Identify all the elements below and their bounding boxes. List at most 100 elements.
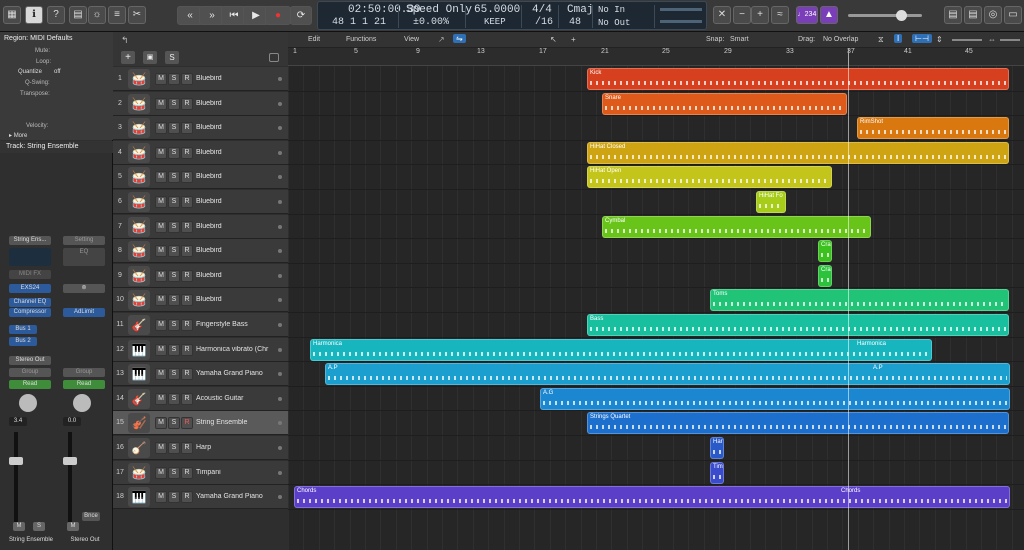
instrument-icon[interactable]: 🥁	[128, 167, 150, 188]
instrument-slot[interactable]: EXS24	[9, 284, 51, 293]
record-enable-button[interactable]: R	[181, 269, 193, 282]
midi-region[interactable]: Chords Chords	[294, 486, 1010, 509]
secondary-tool-icon[interactable]: +	[571, 35, 576, 44]
instrument-icon[interactable]: 🎹	[128, 364, 150, 385]
track-row[interactable]: 2 🥁 M S R Bluebird	[113, 91, 288, 116]
instrument-icon[interactable]: 🥁	[128, 265, 150, 286]
record-button[interactable]: ●	[265, 6, 291, 25]
add-track-button[interactable]: +	[121, 51, 135, 64]
track-row[interactable]: 5 🥁 M S R Bluebird	[113, 165, 288, 190]
cycle-button[interactable]: ⟳	[290, 6, 312, 25]
mute-button[interactable]: M	[155, 245, 167, 258]
track-row[interactable]: 15 🎻 M S R String Ensemble	[113, 411, 288, 436]
midi-region[interactable]: Tim	[710, 461, 724, 484]
midi-region[interactable]: A.G	[540, 387, 1010, 410]
eq-button[interactable]: EQ	[63, 248, 105, 266]
record-enable-button[interactable]: R	[181, 196, 193, 208]
track-row[interactable]: 6 🥁 M S R Bluebird	[113, 190, 288, 214]
functions-menu[interactable]: Functions	[346, 36, 376, 43]
region-title[interactable]: Region: MIDI Defaults	[4, 35, 72, 42]
solo-button[interactable]: S	[168, 97, 180, 110]
folder-icon[interactable]: ▣	[143, 51, 157, 64]
midi-region[interactable]: Kick	[587, 68, 1009, 90]
vertical-zoom-icon[interactable]: I	[894, 34, 903, 43]
output-slot[interactable]: Stereo Out	[9, 356, 51, 365]
track-menu-icon[interactable]	[269, 53, 279, 62]
group-slot[interactable]: Group	[63, 368, 105, 377]
mute-button[interactable]: M	[155, 368, 167, 381]
track-row[interactable]: 12 🎹 M S R Harmonica vibrato (Chr	[113, 337, 288, 362]
solo-button[interactable]: S	[168, 491, 180, 504]
track-row[interactable]: 11 🎸 M S R Fingerstyle Bass	[113, 313, 288, 337]
midi-region[interactable]: Strings Quartet	[587, 412, 1009, 435]
track-row[interactable]: 1 🥁 M S R Bluebird	[113, 67, 288, 91]
solo-button[interactable]: S	[168, 196, 180, 208]
bounce-button[interactable]: Bnce	[82, 512, 100, 521]
pointer-tool-icon[interactable]: ↖	[550, 35, 557, 44]
out-locator[interactable]: No Out	[598, 18, 630, 28]
instrument-icon[interactable]: 🥁	[128, 142, 150, 163]
track-name[interactable]: Bluebird	[196, 247, 284, 254]
midi-region[interactable]: HiHat Closed	[587, 141, 1009, 164]
in-locator[interactable]: No In	[598, 5, 625, 15]
track-row[interactable]: 8 🥁 M S R Bluebird	[113, 239, 288, 264]
mute-button[interactable]: M	[155, 122, 167, 135]
close-icon[interactable]: ✕	[713, 6, 731, 24]
bar-ruler[interactable]: var rx=[5,66,128,189,251,313,374,436,498…	[288, 48, 1024, 66]
pan-knob[interactable]	[19, 394, 37, 412]
instrument-icon[interactable]: 🎹	[128, 339, 150, 360]
solo-button[interactable]: S	[168, 245, 180, 258]
track-name[interactable]: Bluebird	[196, 223, 284, 230]
mute-button[interactable]: M	[155, 319, 167, 331]
edit-menu[interactable]: Edit	[308, 36, 320, 43]
back-arrow-icon[interactable]: ↰	[121, 35, 129, 46]
record-enable-button[interactable]: R	[181, 343, 193, 356]
midi-region[interactable]: HiHat Fo	[756, 191, 786, 213]
track-name[interactable]: Bluebird	[196, 296, 284, 303]
track-row[interactable]: 14 🎸 M S R Acoustic Guitar	[113, 386, 288, 411]
automation-mode[interactable]: Read	[9, 380, 51, 389]
mute-button[interactable]: M	[155, 171, 167, 184]
plus-icon[interactable]: +	[751, 6, 769, 24]
catch-icon[interactable]: ↗	[438, 35, 445, 44]
send-slot[interactable]: Bus 1	[9, 325, 37, 334]
solo-button[interactable]: S	[168, 368, 180, 381]
mute-button[interactable]: M	[155, 392, 167, 405]
mute-button[interactable]: M	[155, 491, 167, 504]
solo-button[interactable]: S	[168, 220, 180, 233]
mute-button[interactable]: M	[155, 97, 167, 110]
track-name[interactable]: Yamaha Grand Piano	[196, 493, 284, 500]
track-name[interactable]: Harp	[196, 444, 284, 451]
record-enable-button[interactable]: R	[181, 417, 193, 430]
view-menu[interactable]: View	[404, 36, 419, 43]
mute-button[interactable]: M	[155, 417, 167, 430]
send-slot[interactable]: Bus 2	[9, 337, 37, 346]
track-name[interactable]: Bluebird	[196, 75, 284, 82]
master-volume-slider[interactable]	[848, 14, 922, 17]
arrange-area[interactable]: var g='';for(var x=0;x<736;x+=15.4){g+='…	[288, 66, 1024, 550]
vertical-zoom-slider[interactable]: ⇕	[936, 35, 943, 44]
mute-button[interactable]: M	[155, 343, 167, 356]
track-name[interactable]: Bluebird	[196, 124, 284, 131]
midi-region[interactable]: Cra	[818, 240, 832, 263]
key-value[interactable]: Cmaj	[567, 4, 593, 16]
mute-button[interactable]: M	[155, 146, 167, 159]
record-enable-button[interactable]: R	[181, 319, 193, 331]
solo-button[interactable]: S	[168, 343, 180, 356]
record-enable-button[interactable]: R	[181, 122, 193, 135]
instrument-icon[interactable]: 🎹	[128, 487, 150, 508]
solo-button[interactable]: S	[168, 294, 180, 307]
mute-button[interactable]: M	[67, 522, 79, 531]
drag-select[interactable]: No Overlap	[823, 36, 858, 43]
track-row[interactable]: 10 🥁 M S R Bluebird	[113, 288, 288, 313]
track-name[interactable]: String Ensemble	[196, 419, 284, 426]
playhead[interactable]	[848, 48, 849, 66]
record-enable-button[interactable]: R	[181, 392, 193, 405]
track-row[interactable]: 3 🥁 M S R Bluebird	[113, 116, 288, 141]
insert-slot[interactable]: Channel EQ	[9, 298, 51, 307]
more-disclosure[interactable]: ▸ More	[9, 132, 27, 139]
record-enable-button[interactable]: R	[181, 97, 193, 110]
instrument-icon[interactable]: 🥁	[128, 118, 150, 139]
mute-button[interactable]: M	[155, 220, 167, 233]
tuner-icon[interactable]: ≈	[771, 6, 789, 24]
